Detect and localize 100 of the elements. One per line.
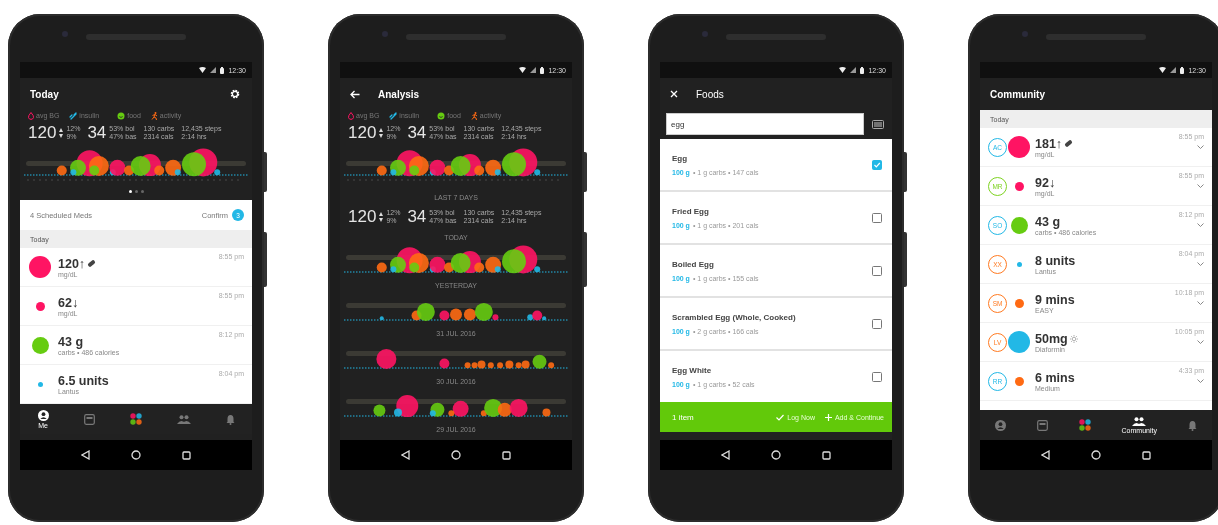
sun-icon: [1069, 334, 1078, 343]
page-indicator-dot[interactable]: [134, 189, 138, 193]
bell-icon: [1187, 419, 1197, 431]
screen-title: Today: [30, 88, 59, 100]
smiley-icon: [437, 111, 446, 120]
checkbox[interactable]: [872, 318, 882, 329]
battery-icon: [860, 66, 865, 74]
back-icon[interactable]: [720, 450, 730, 460]
screen-title: Analysis: [378, 88, 420, 100]
screen-title: Foods: [696, 88, 724, 100]
signal-icon: [210, 67, 217, 73]
battery-icon: [540, 66, 545, 74]
food-name: Egg White: [672, 365, 713, 375]
up-down-arrows-icon: [59, 128, 64, 138]
wifi-icon: [199, 67, 207, 73]
signal-icon: [1170, 67, 1177, 73]
running-figure-icon: [470, 111, 478, 120]
checkbox[interactable]: [872, 159, 882, 170]
chevron-down-icon[interactable]: [1197, 340, 1204, 344]
home-icon[interactable]: [451, 450, 461, 460]
chevron-down-icon[interactable]: [1197, 262, 1204, 266]
selected-count: 1 item: [672, 412, 695, 422]
camera-lens: [1022, 31, 1028, 37]
search-field[interactable]: egg: [666, 113, 864, 135]
chevron-down-icon[interactable]: [1197, 145, 1204, 149]
wifi-icon: [519, 67, 527, 73]
card-icon: [83, 413, 95, 425]
screen-title: Community: [990, 88, 1045, 100]
battery-icon: [1180, 66, 1185, 74]
barcode-icon[interactable]: [872, 119, 884, 129]
bg-value: 120: [348, 123, 377, 143]
camera-lens: [382, 31, 388, 37]
entry-value: 43 g: [58, 334, 83, 349]
entry-value: 8 units: [1035, 253, 1076, 268]
smiley-icon: [117, 111, 126, 120]
entry-value: 50mg: [1035, 331, 1068, 346]
capsule-icon: [1064, 139, 1074, 148]
home-icon[interactable]: [1091, 450, 1101, 460]
checkbox[interactable]: [872, 265, 882, 276]
entry-value: 43 g: [1035, 214, 1060, 229]
food-name: Fried Egg: [672, 206, 710, 216]
insulin-value: 34: [87, 123, 107, 143]
entry-value: 120↑: [58, 256, 86, 271]
drop-icon: [28, 111, 34, 120]
back-icon[interactable]: [1040, 450, 1050, 460]
entry-value: 92↓: [1035, 175, 1056, 190]
check-icon: [776, 413, 785, 421]
bell-icon: [225, 413, 235, 425]
link-icon: [69, 111, 78, 120]
page-indicator-dot[interactable]: [140, 189, 144, 193]
battery-icon: [220, 66, 225, 74]
drop-icon: [348, 111, 354, 120]
recents-icon[interactable]: [502, 450, 512, 460]
insulin-value: 34: [407, 123, 427, 143]
card-icon: [1037, 419, 1049, 431]
signal-icon: [850, 67, 857, 73]
back-icon[interactable]: [80, 450, 90, 460]
person-icon: [37, 409, 49, 421]
camera-lens: [702, 31, 708, 37]
wifi-icon: [839, 67, 847, 73]
entry-value: 181↑: [1035, 136, 1063, 151]
close-icon[interactable]: [670, 90, 678, 98]
insulin-value: 34: [407, 207, 427, 227]
person-icon: [995, 419, 1007, 431]
up-down-arrows-icon: [379, 128, 384, 138]
chevron-down-icon[interactable]: [1197, 184, 1204, 188]
page-indicator-dot[interactable]: [128, 189, 132, 193]
recents-icon[interactable]: [182, 450, 192, 460]
running-figure-icon: [150, 111, 158, 120]
entry-value: 62↓: [58, 295, 79, 310]
link-icon: [389, 111, 398, 120]
camera-lens: [62, 31, 68, 37]
home-icon[interactable]: [771, 450, 781, 460]
chevron-down-icon[interactable]: [1197, 379, 1204, 383]
food-name: Boiled Egg: [672, 259, 715, 269]
home-icon[interactable]: [131, 450, 141, 460]
colored-dots-icon: [1078, 419, 1091, 431]
chevron-down-icon[interactable]: [1197, 301, 1204, 305]
checkbox[interactable]: [872, 371, 882, 382]
people-icon: [176, 414, 191, 424]
bg-value: 120: [28, 123, 57, 143]
wifi-icon: [1159, 67, 1167, 73]
entry-value: 6.5 units: [58, 373, 109, 388]
back-icon[interactable]: [400, 450, 410, 460]
recents-icon[interactable]: [1142, 450, 1152, 460]
signal-icon: [530, 67, 537, 73]
chevron-down-icon[interactable]: [1197, 223, 1204, 227]
back-arrow-icon[interactable]: [350, 89, 360, 99]
entry-value: 6 mins: [1035, 370, 1075, 385]
up-down-arrows-icon: [379, 212, 384, 222]
food-name: Egg: [672, 153, 689, 163]
plus-icon: [824, 413, 832, 421]
people-icon: [1132, 416, 1147, 426]
entry-value: 9 mins: [1035, 292, 1075, 307]
bg-value: 120: [348, 207, 377, 227]
recents-icon[interactable]: [822, 450, 832, 460]
colored-dots-icon: [129, 413, 142, 425]
food-name: Scrambled Egg (Whole, Cooked): [672, 312, 797, 322]
checkbox[interactable]: [872, 212, 882, 223]
settings-icon[interactable]: [230, 89, 240, 99]
